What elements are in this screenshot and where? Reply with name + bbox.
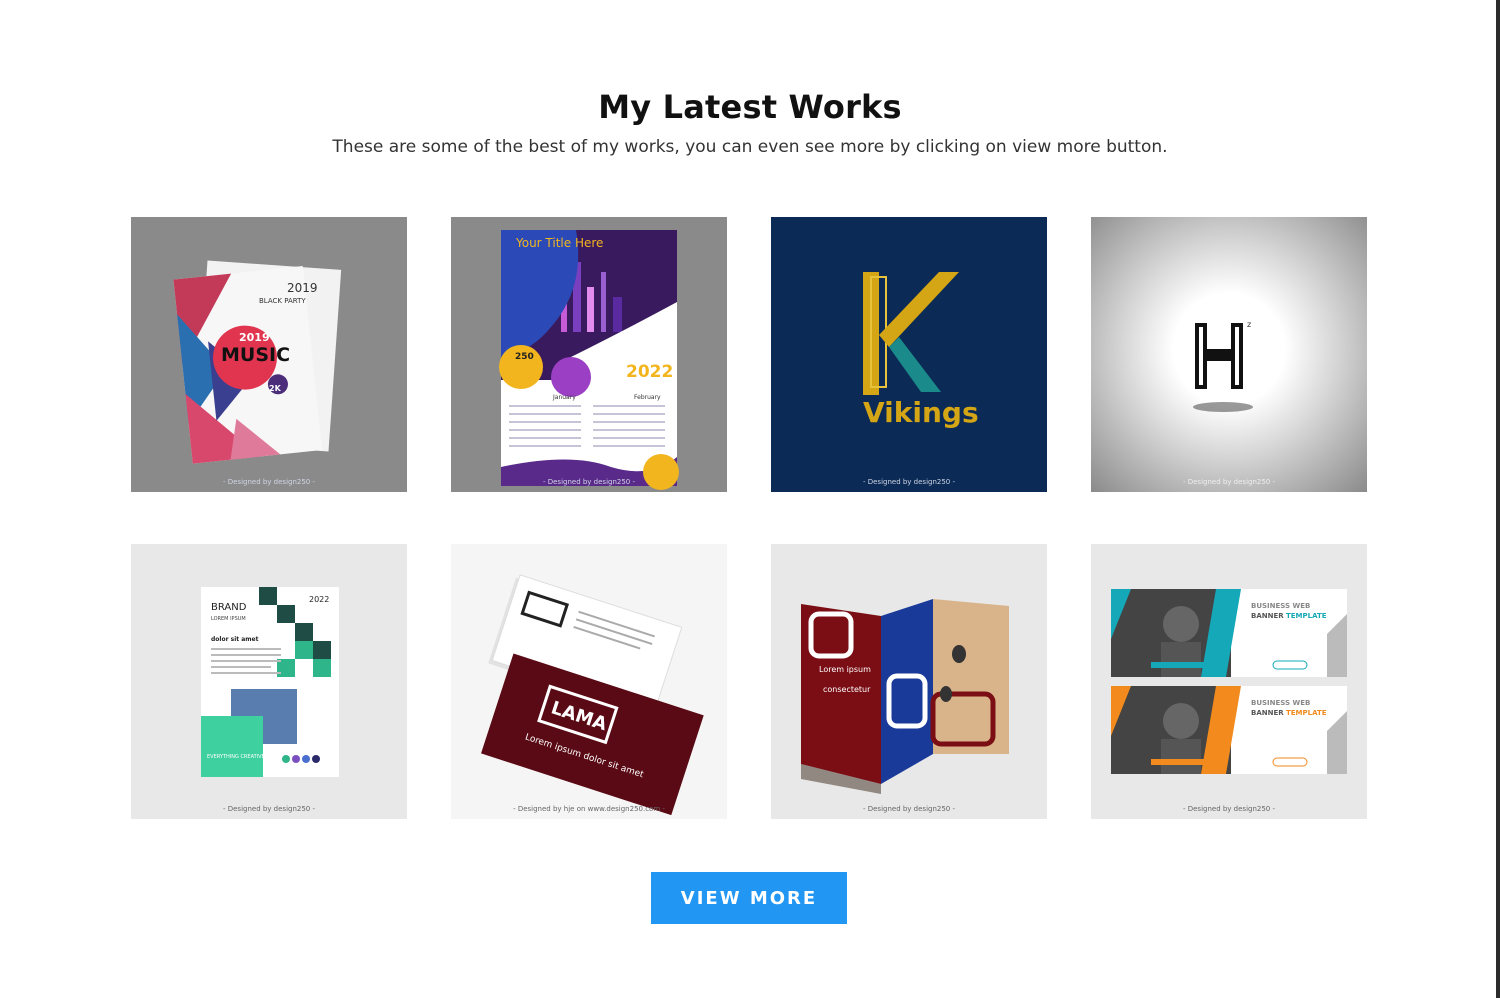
calendar-badge: 250 xyxy=(515,352,534,362)
work-tile-h-logo[interactable]: z - Designed by design250 - xyxy=(1091,217,1367,492)
work-credit: - Designed by design250 - xyxy=(862,805,956,813)
banner2-accent: BANNER xyxy=(1251,709,1284,717)
section-subtitle: These are some of the best of my works, … xyxy=(332,137,1168,157)
music-flyer-year: 2019 xyxy=(287,281,318,295)
music-flyer-badge: 2K xyxy=(269,384,282,393)
music-flyer-image: 2019 BLACK PARTY 2019 MUSIC 2K xyxy=(173,260,342,464)
brand-flyer-brand-sub: LOREM IPSUM xyxy=(211,616,246,622)
work-credit: - Designed by design250 - xyxy=(862,478,956,486)
section-title: My Latest Works xyxy=(598,88,902,126)
work-credit: - Designed by design250 - xyxy=(222,805,316,813)
calendar-month2: February xyxy=(634,394,661,401)
banner1-word: TEMPLATE xyxy=(1286,612,1327,620)
works-grid: 2019 BLACK PARTY 2019 MUSIC 2K - Designe… xyxy=(131,217,1367,820)
brand-flyer-year: 2022 xyxy=(309,595,329,604)
brochure-image: Lorem ipsum consectetur xyxy=(801,599,1009,794)
h-logo-image: z xyxy=(1193,320,1253,412)
calendar-image: Your Title Here 2022 250 January Februar… xyxy=(499,230,679,490)
business-card-image: LAMA Lorem ipsum dolor sit amet xyxy=(481,574,704,816)
banner1-title: BUSINESS WEB xyxy=(1251,602,1310,610)
svg-text:z: z xyxy=(1247,320,1251,329)
music-flyer-music-year: 2019 xyxy=(239,331,270,344)
work-tile-brochure[interactable]: Lorem ipsum consectetur - Designed by de… xyxy=(771,544,1047,819)
work-credit: - Designed by design250 - xyxy=(542,478,636,486)
music-flyer-party: BLACK PARTY xyxy=(259,297,306,305)
work-tile-business-card[interactable]: LAMA Lorem ipsum dolor sit amet - Design… xyxy=(451,544,727,819)
brand-flyer-image: BRAND LOREM IPSUM 2022 dolor sit amet EV… xyxy=(201,587,339,777)
banner2-title: BUSINESS WEB xyxy=(1251,699,1310,707)
work-tile-brand-flyer[interactable]: BRAND LOREM IPSUM 2022 dolor sit amet EV… xyxy=(131,544,407,819)
work-credit: - Designed by design250 - xyxy=(1182,478,1276,486)
vikings-logo-image: Vikings xyxy=(863,272,979,429)
vikings-logo-name: Vikings xyxy=(863,396,979,429)
work-credit: - Designed by hje on www.design250.com - xyxy=(513,805,665,813)
work-tile-vikings-logo[interactable]: Vikings - Designed by design250 - xyxy=(771,217,1047,492)
banner1-accent: BANNER xyxy=(1251,612,1284,620)
brand-flyer-footer: EVERYTHING CREATIVE xyxy=(207,754,265,760)
calendar-month1: January xyxy=(552,394,576,401)
work-credit: - Designed by design250 - xyxy=(1182,805,1276,813)
work-tile-music-flyer[interactable]: 2019 BLACK PARTY 2019 MUSIC 2K - Designe… xyxy=(131,217,407,492)
work-tile-web-banners[interactable]: BUSINESS WEB BANNER TEMPLATE BUSINESS WE… xyxy=(1091,544,1367,819)
brochure-text2: consectetur xyxy=(823,685,871,694)
banner2-word: TEMPLATE xyxy=(1286,709,1327,717)
brand-flyer-heading: dolor sit amet xyxy=(211,636,259,643)
brand-flyer-brand: BRAND xyxy=(211,602,247,613)
calendar-heading: Your Title Here xyxy=(515,236,603,250)
music-flyer-music: MUSIC xyxy=(221,344,290,366)
work-credit: - Designed by design250 - xyxy=(222,478,316,486)
web-banners-image: BUSINESS WEB BANNER TEMPLATE BUSINESS WE… xyxy=(1111,589,1347,774)
brochure-text1: Lorem ipsum xyxy=(819,665,871,674)
work-tile-calendar[interactable]: Your Title Here 2022 250 January Februar… xyxy=(451,217,727,492)
calendar-year: 2022 xyxy=(626,362,673,382)
view-more-button[interactable]: VIEW MORE xyxy=(651,872,847,924)
